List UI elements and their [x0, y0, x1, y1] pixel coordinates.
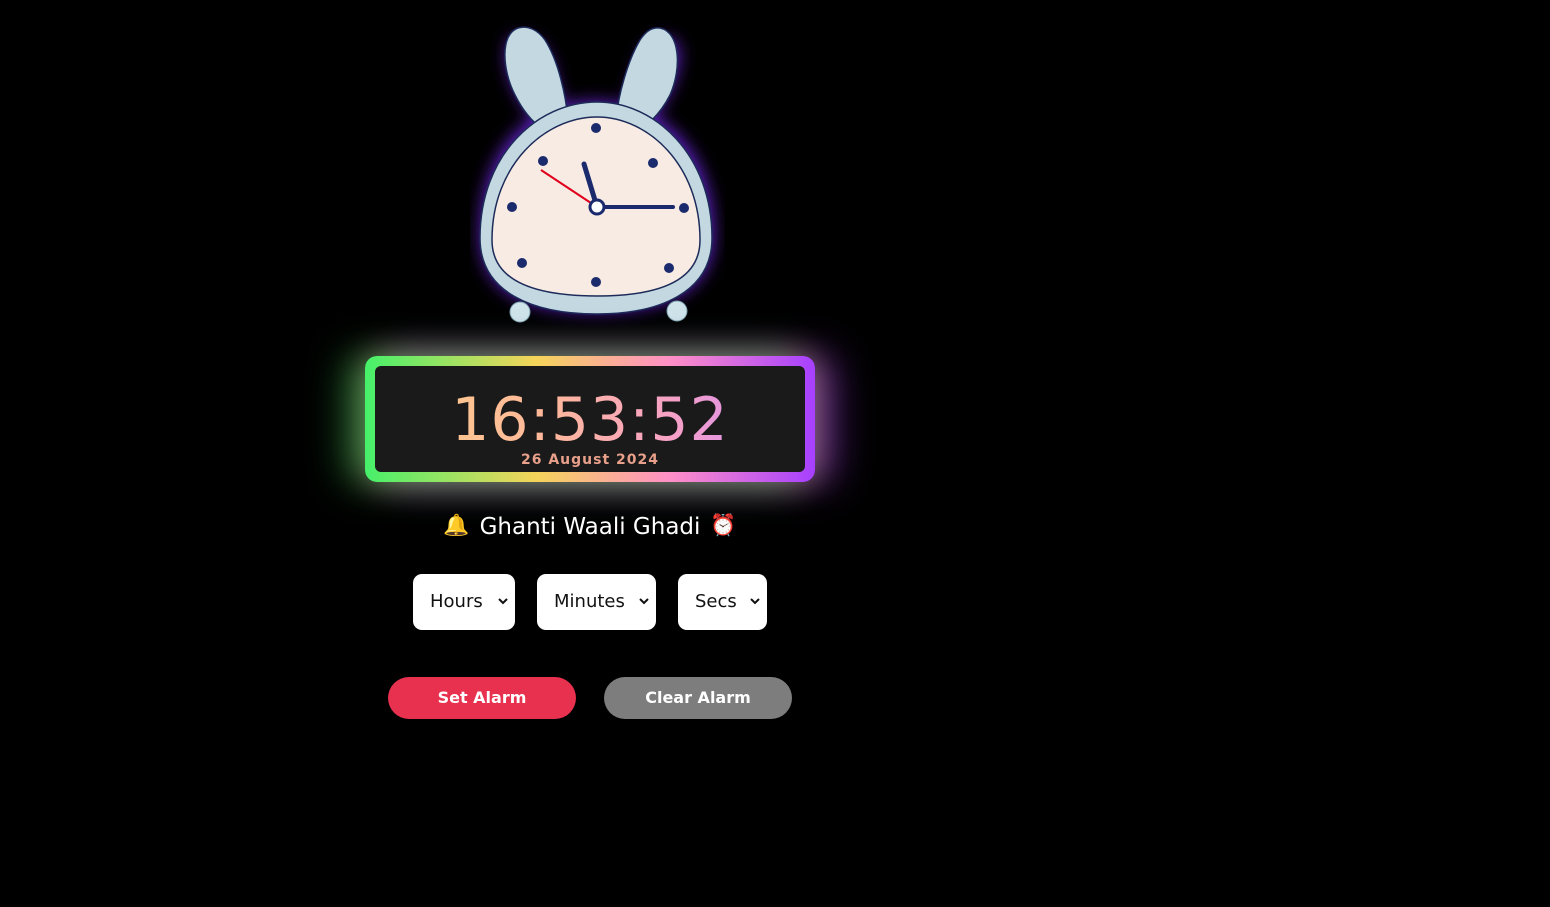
page: 16:53:52 26 August 2024 🔔 Ghanti Waali Gh… — [0, 0, 1550, 907]
digital-clock-display: 16:53:52 26 August 2024 — [375, 366, 805, 472]
alarm-title-text: Ghanti Waali Ghadi — [479, 514, 701, 540]
chevron-down-icon — [750, 598, 760, 605]
left-foot — [509, 301, 531, 323]
digital-clock-frame: 16:53:52 26 August 2024 — [365, 356, 815, 482]
secs-select-value: Secs — [695, 591, 737, 612]
hours-select-value: Hours — [430, 591, 483, 612]
set-alarm-button[interactable]: Set Alarm — [388, 677, 576, 719]
chevron-down-icon — [639, 598, 649, 605]
secs-select[interactable]: Secs — [678, 574, 767, 630]
alarm-clock-icon: ⏰ — [710, 513, 737, 537]
right-foot — [666, 300, 688, 322]
bell-icon: 🔔 — [443, 513, 470, 537]
analog-clock-illustration — [479, 26, 713, 323]
chevron-down-icon — [498, 598, 508, 605]
minutes-select-value: Minutes — [554, 591, 625, 612]
clear-alarm-button[interactable]: Clear Alarm — [604, 677, 792, 719]
digital-date: 26 August 2024 — [520, 452, 659, 468]
center-pin — [588, 198, 606, 216]
hours-select[interactable]: Hours — [413, 574, 515, 630]
minutes-select[interactable]: Minutes — [537, 574, 656, 630]
alarm-title: 🔔 Ghanti Waali Ghadi ⏰ — [400, 508, 780, 544]
digital-time: 16:53:52 — [375, 388, 805, 452]
